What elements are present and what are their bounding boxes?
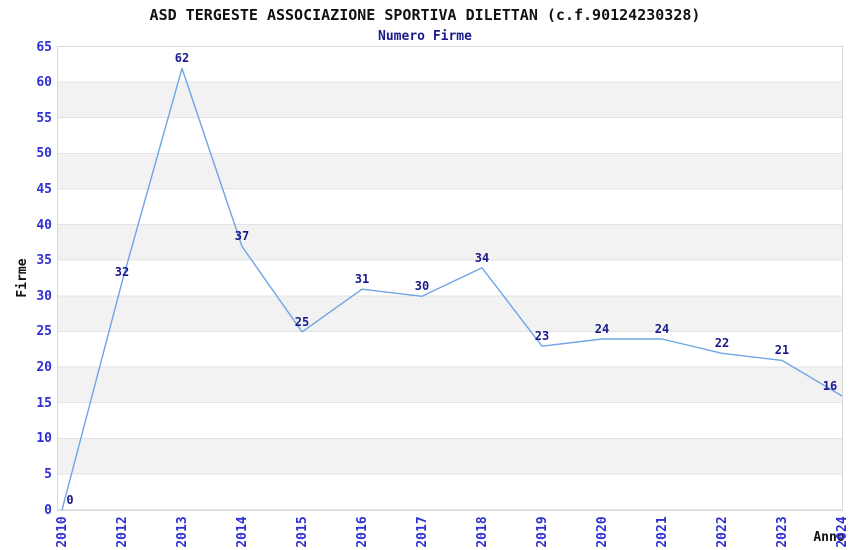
x-tick-label: 2010: [55, 516, 70, 548]
y-tick-label: 30: [36, 288, 52, 304]
x-tick-label: 2014: [235, 516, 250, 548]
point-label: 16: [822, 379, 838, 394]
y-tick-label: 60: [36, 75, 52, 91]
y-tick-label: 15: [36, 395, 52, 411]
x-tick-label: 2018: [475, 516, 490, 548]
point-label: 34: [474, 250, 490, 265]
x-tick-label: 2020: [595, 516, 610, 548]
point-label: 31: [354, 272, 370, 287]
x-tick-label: 2019: [535, 516, 550, 548]
x-tick-label: 2023: [775, 516, 790, 548]
y-tick-label: 10: [36, 431, 52, 447]
chart-root: ASD TERGESTE ASSOCIAZIONE SPORTIVA DILET…: [0, 0, 850, 550]
point-label: 24: [654, 322, 670, 337]
point-label: 32: [114, 265, 130, 280]
plot-area: 0 32 62 37 25 31 30 34 23 24 24 22 21 16: [57, 46, 843, 511]
y-tick-label: 50: [36, 146, 52, 162]
chart-subtitle: Numero Firme: [378, 29, 472, 44]
y-tick-label: 45: [36, 181, 52, 197]
y-tick-label: 25: [36, 324, 52, 340]
point-label: 22: [714, 336, 730, 351]
x-tick-label: 2017: [415, 516, 430, 548]
line-series: [61, 67, 843, 511]
x-tick-label: 2013: [175, 516, 190, 548]
chart-title: ASD TERGESTE ASSOCIAZIONE SPORTIVA DILET…: [149, 6, 701, 24]
series-polyline: [61, 67, 843, 511]
point-label: 21: [774, 343, 790, 358]
y-tick-label: 0: [44, 502, 52, 518]
y-tick-label: 40: [36, 217, 52, 233]
point-label: 0: [66, 493, 74, 507]
x-tick-label: 2016: [355, 516, 370, 548]
x-tick-label: 2012: [115, 516, 130, 548]
y-tick-label: 5: [44, 466, 52, 482]
x-tick-label: 2015: [295, 516, 310, 548]
point-label: 25: [294, 314, 310, 329]
point-label: 24: [594, 322, 610, 337]
x-tick-label: 2021: [655, 516, 670, 548]
point-label: 37: [234, 229, 250, 244]
y-tick-label: 35: [36, 253, 52, 269]
point-label: 23: [534, 329, 550, 344]
point-label: 30: [414, 279, 430, 294]
x-tick-label: 2022: [715, 516, 730, 548]
y-tick-label: 55: [36, 110, 52, 126]
y-tick-label: 65: [36, 39, 52, 55]
x-tick-label: 2024: [835, 516, 850, 548]
y-tick-label: 20: [36, 360, 52, 376]
point-label: 62: [174, 51, 190, 66]
